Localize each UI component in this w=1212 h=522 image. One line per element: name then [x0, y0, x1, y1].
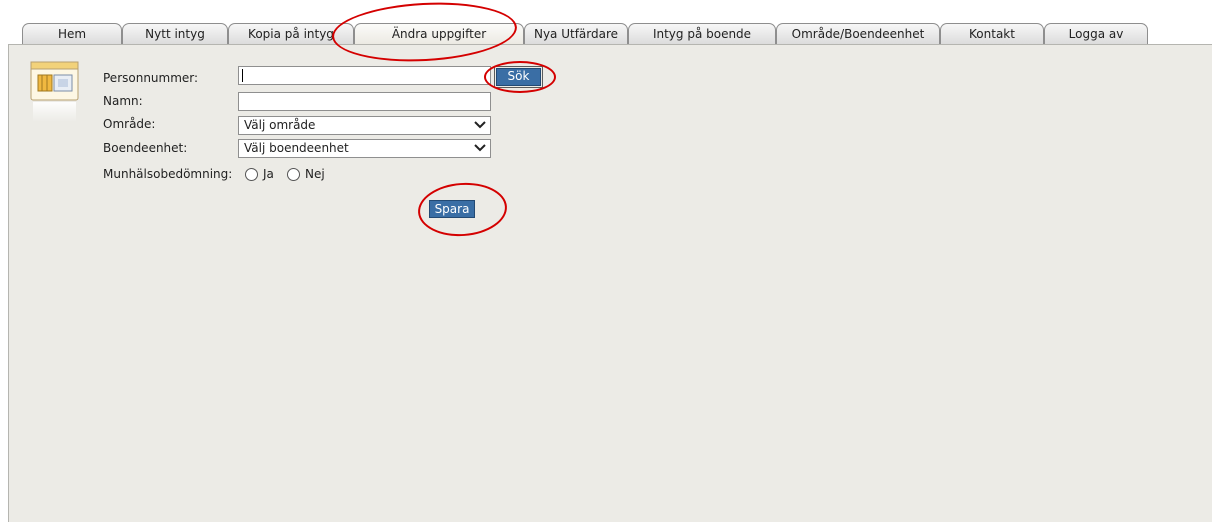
- namn-label: Namn:: [103, 94, 143, 108]
- save-button[interactable]: Spara: [429, 200, 475, 218]
- chevron-down-icon: [474, 121, 486, 129]
- tab-hem[interactable]: Hem: [22, 23, 122, 44]
- boendeenhet-select[interactable]: Välj boendeenhet: [238, 139, 491, 158]
- tab-kontakt[interactable]: Kontakt: [940, 23, 1044, 44]
- tab-andra-uppgifter[interactable]: Ändra uppgifter: [354, 23, 524, 44]
- omrade-select[interactable]: Välj område: [238, 116, 491, 135]
- boendeenhet-selected-value: Välj boendeenhet: [244, 141, 349, 155]
- boendeenhet-label: Boendeenhet:: [103, 141, 188, 155]
- tab-kopia-pa-intyg[interactable]: Kopia på intyg: [228, 23, 354, 44]
- tab-intyg-pa-boende[interactable]: Intyg på boende: [628, 23, 776, 44]
- radio-nej[interactable]: [287, 168, 300, 181]
- content-panel: [8, 44, 1212, 522]
- personnummer-label: Personnummer:: [103, 71, 199, 85]
- radio-nej-label: Nej: [305, 167, 325, 181]
- search-button[interactable]: Sök: [494, 66, 543, 88]
- address-card-icon: [30, 61, 79, 122]
- text-caret: [242, 69, 243, 82]
- namn-input[interactable]: [238, 92, 491, 111]
- radio-ja-label: Ja: [263, 167, 274, 181]
- tab-nya-utfardare[interactable]: Nya Utfärdare: [524, 23, 628, 44]
- personnummer-input[interactable]: [238, 66, 491, 85]
- chevron-down-icon: [474, 144, 486, 152]
- tab-omrade-boendeenhet[interactable]: Område/Boendeenhet: [776, 23, 940, 44]
- munhalsobedomning-label: Munhälsobedömning:: [103, 167, 233, 181]
- tab-nytt-intyg[interactable]: Nytt intyg: [122, 23, 228, 44]
- tab-logga-av[interactable]: Logga av: [1044, 23, 1148, 44]
- omrade-label: Område:: [103, 117, 156, 131]
- radio-ja[interactable]: [245, 168, 258, 181]
- omrade-selected-value: Välj område: [244, 118, 316, 132]
